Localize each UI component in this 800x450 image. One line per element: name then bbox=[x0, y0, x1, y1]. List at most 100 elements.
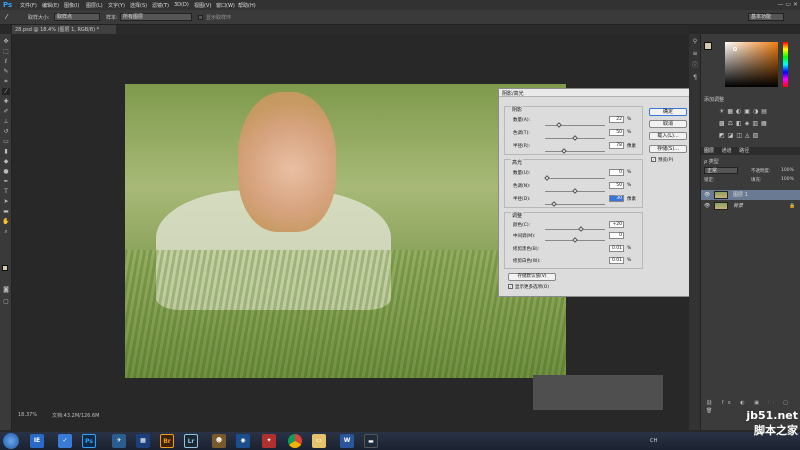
ie-icon[interactable]: IE bbox=[30, 434, 44, 448]
highlights-radius-input[interactable]: 30 bbox=[609, 195, 624, 202]
highlights-amount-slider[interactable] bbox=[544, 175, 605, 181]
midtone-input[interactable]: 0 bbox=[609, 232, 624, 239]
chrome-icon[interactable] bbox=[288, 434, 302, 448]
blend-mode-dropdown[interactable]: 正常 bbox=[704, 167, 738, 174]
ok-button[interactable]: 确定 bbox=[649, 108, 687, 116]
color-picker-cursor[interactable] bbox=[733, 47, 737, 51]
opacity-value[interactable]: 100% bbox=[781, 168, 794, 173]
marquee-tool-icon[interactable]: ⬚ bbox=[2, 48, 10, 55]
slider-thumb[interactable] bbox=[572, 188, 578, 194]
more-options-checkbox[interactable]: ✓ bbox=[508, 284, 513, 289]
quick-select-tool-icon[interactable]: ✎ bbox=[2, 68, 10, 75]
app-icon[interactable]: ✓ bbox=[58, 434, 72, 448]
slider-thumb[interactable] bbox=[577, 226, 584, 232]
eyedropper-icon[interactable]: ⁄ bbox=[6, 13, 7, 21]
history-panel-icon[interactable]: ⚲ bbox=[691, 38, 699, 45]
eyedropper-tool-icon[interactable]: ⁄ bbox=[2, 88, 10, 95]
shadows-amount-input[interactable]: 22 bbox=[609, 116, 624, 123]
menu-3d[interactable]: 3D(D) bbox=[174, 2, 189, 8]
slider-thumb[interactable] bbox=[561, 148, 568, 154]
zoom-tool-icon[interactable]: ⌕ bbox=[2, 228, 10, 235]
layer-kind-filter[interactable]: ρ 类型 bbox=[704, 158, 719, 165]
save-defaults-button[interactable]: 存储默认值(V) bbox=[508, 273, 556, 281]
eye-icon[interactable]: 👁 bbox=[704, 201, 710, 211]
quick-mask-icon[interactable]: ◙ bbox=[2, 286, 10, 293]
highlights-tone-slider[interactable] bbox=[545, 188, 605, 194]
hand-tool-icon[interactable]: ✋ bbox=[2, 218, 10, 225]
blur-tool-icon[interactable]: ◆ bbox=[2, 158, 10, 165]
adjustment-icons-row3[interactable]: ◩◪◫◬▧ bbox=[719, 132, 761, 139]
slider-thumb[interactable] bbox=[572, 135, 578, 141]
menu-window[interactable]: 窗口(W) bbox=[216, 2, 235, 9]
menu-help[interactable]: 帮助(H) bbox=[238, 2, 256, 9]
slider-thumb[interactable] bbox=[556, 122, 563, 128]
clone-stamp-tool-icon[interactable]: ⊥ bbox=[2, 118, 10, 125]
menu-file[interactable]: 文件(F) bbox=[20, 2, 37, 9]
clip-white-input[interactable]: 0.01 bbox=[609, 257, 624, 264]
grid-app-icon[interactable]: ▦ bbox=[136, 434, 150, 448]
healing-brush-tool-icon[interactable]: ✚ bbox=[2, 98, 10, 105]
menu-filter[interactable]: 滤镜(T) bbox=[152, 2, 169, 9]
slider-thumb[interactable] bbox=[550, 201, 557, 207]
move-tool-icon[interactable]: ✥ bbox=[2, 38, 10, 45]
user-app-icon[interactable]: ☻ bbox=[212, 434, 226, 448]
slider-thumb[interactable] bbox=[572, 237, 578, 243]
tray-language[interactable]: CH bbox=[650, 438, 657, 444]
menu-select[interactable]: 选择(S) bbox=[130, 2, 147, 9]
menu-image[interactable]: 图像(I) bbox=[64, 2, 79, 9]
workspace-dropdown[interactable]: 基本功能 bbox=[748, 13, 784, 21]
shadows-tone-input[interactable]: 50 bbox=[609, 129, 624, 136]
word-icon[interactable]: W bbox=[340, 434, 354, 448]
menu-edit[interactable]: 编辑(E) bbox=[42, 2, 59, 9]
hue-slider[interactable] bbox=[783, 42, 788, 87]
highlights-tone-input[interactable]: 50 bbox=[609, 182, 624, 189]
lasso-tool-icon[interactable]: ℓ bbox=[2, 58, 10, 65]
info-panel-icon[interactable]: ⓘ bbox=[691, 62, 699, 69]
gradient-tool-icon[interactable]: ▮ bbox=[2, 148, 10, 155]
pen-tool-icon[interactable]: ✒ bbox=[2, 178, 10, 185]
eraser-tool-icon[interactable]: ▭ bbox=[2, 138, 10, 145]
dodge-tool-icon[interactable]: ● bbox=[2, 168, 10, 175]
menu-type[interactable]: 文字(Y) bbox=[108, 2, 125, 9]
load-button[interactable]: 载入(L)... bbox=[649, 132, 687, 140]
dialog-title[interactable]: 阴影/高光 bbox=[499, 89, 691, 97]
tab-paths[interactable]: 路径 bbox=[733, 148, 749, 154]
highlights-radius-slider[interactable] bbox=[545, 201, 605, 207]
slider-thumb[interactable] bbox=[544, 175, 550, 181]
tab-channels[interactable]: 通道 bbox=[716, 148, 732, 154]
path-select-tool-icon[interactable]: ➤ bbox=[2, 198, 10, 205]
window-controls[interactable]: — ▭ ✕ bbox=[777, 1, 798, 8]
midtone-slider[interactable] bbox=[545, 237, 605, 243]
eye-icon[interactable]: 👁 bbox=[704, 190, 710, 200]
history-brush-tool-icon[interactable]: ↺ bbox=[2, 128, 10, 135]
cancel-button[interactable]: 取消 bbox=[649, 120, 687, 128]
lightroom-icon[interactable]: Lr bbox=[184, 434, 198, 448]
properties-panel-icon[interactable]: ≡ bbox=[691, 50, 699, 57]
photoshop-taskbar-icon[interactable]: Ps bbox=[82, 434, 96, 448]
shadows-tone-slider[interactable] bbox=[545, 135, 605, 141]
shadows-radius-input[interactable]: 78 bbox=[609, 142, 624, 149]
start-button[interactable] bbox=[3, 433, 19, 449]
color-slider[interactable] bbox=[545, 226, 605, 232]
type-tool-icon[interactable]: T bbox=[2, 188, 10, 195]
sample-dropdown[interactable]: 所有图层 bbox=[120, 13, 192, 21]
bridge-icon[interactable]: Br bbox=[160, 434, 174, 448]
menu-layer[interactable]: 图层(L) bbox=[86, 2, 103, 9]
tab-layers[interactable]: 图层 bbox=[701, 148, 714, 154]
adjustment-icons-row1[interactable]: ☀▦◐▣◑▤ bbox=[719, 108, 770, 115]
document-tab[interactable]: 28.psd @ 18.4% (图层 1, RGB/8) * bbox=[12, 25, 116, 34]
preview-checkbox[interactable]: ✓ bbox=[651, 157, 656, 162]
shadows-radius-slider[interactable] bbox=[545, 148, 605, 154]
panel-foreground-swatch[interactable] bbox=[704, 42, 712, 50]
color-input[interactable]: +20 bbox=[609, 221, 624, 228]
sample-size-dropdown[interactable]: 取样点 bbox=[54, 13, 100, 21]
adjustment-icons-row2[interactable]: ▩⚖◧◈▥▦ bbox=[719, 120, 770, 127]
folder-icon[interactable]: ▭ bbox=[312, 434, 326, 448]
fill-value[interactable]: 100% bbox=[781, 177, 794, 182]
save-button[interactable]: 存储(S)... bbox=[649, 145, 687, 153]
shadows-amount-slider[interactable] bbox=[545, 122, 605, 128]
show-ring-checkbox[interactable] bbox=[198, 15, 203, 20]
bird-app-icon[interactable]: ✈ bbox=[112, 434, 126, 448]
media-app-icon[interactable]: ◉ bbox=[236, 434, 250, 448]
foreground-color-swatch[interactable] bbox=[2, 265, 8, 271]
